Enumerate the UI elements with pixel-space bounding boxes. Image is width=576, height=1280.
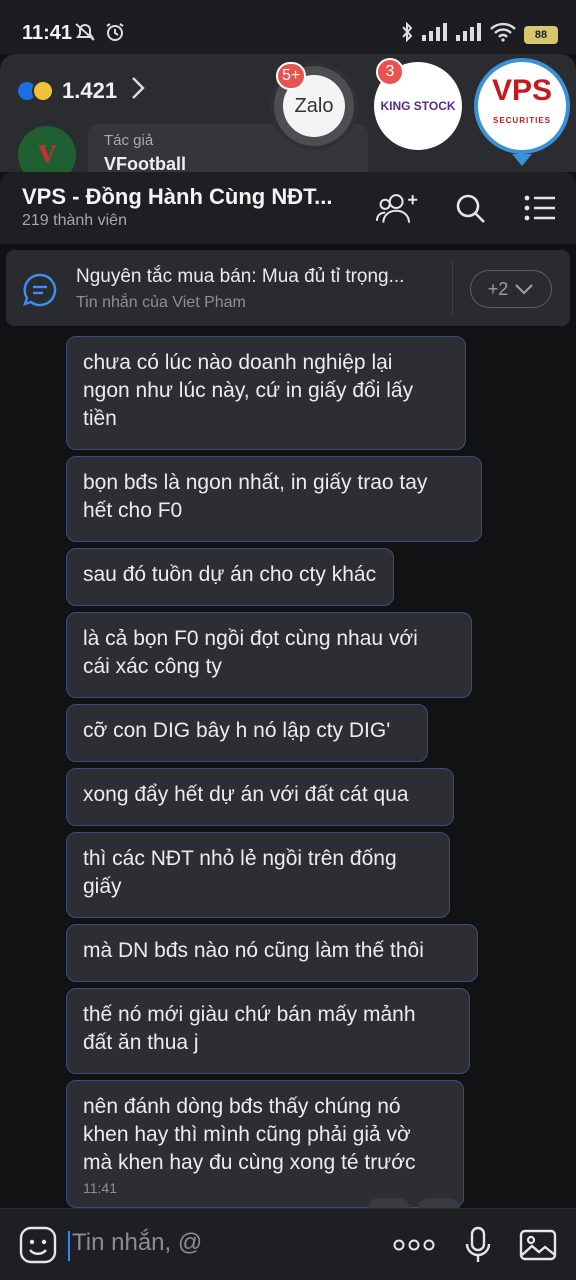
unread-badge: 3	[376, 58, 404, 86]
message-pin-icon	[22, 272, 58, 313]
more-dots-icon	[393, 1239, 435, 1251]
more-options-button[interactable]	[392, 1223, 436, 1267]
message-time: 11:41	[83, 1180, 117, 1196]
chat-header: VPS - Đồng Hành Cùng NĐT... 219 thành vi…	[0, 172, 576, 244]
add-member-button[interactable]	[376, 188, 420, 228]
message-text: sau đó tuồn dự án cho cty khác	[83, 563, 377, 586]
vps-logo-sub: SECURITIES	[492, 116, 551, 125]
bluetooth-icon	[400, 21, 414, 47]
reaction-count: 1.421	[62, 77, 118, 103]
pinned-message[interactable]: Nguyên tắc mua bán: Mua đủ tỉ trọng... T…	[6, 250, 570, 326]
message-bubble[interactable]: sau đó tuồn dự án cho cty khác	[66, 548, 394, 606]
chat-window: VPS - Đồng Hành Cùng NĐT... 219 thành vi…	[0, 172, 576, 1280]
message-bubble[interactable]: mà DN bđs nào nó cũng làm thế thôi	[66, 924, 478, 982]
menu-button[interactable]	[518, 188, 562, 228]
message-text: xong đẩy hết dự án với đất cát qua	[83, 783, 409, 806]
chevron-right-icon	[131, 76, 145, 105]
message-bubble[interactable]: chưa có lúc nào doanh nghiệp lại ngon nh…	[66, 336, 466, 450]
mute-icon	[74, 22, 96, 47]
search-icon	[456, 194, 485, 223]
vps-logo-text: VPS	[491, 74, 553, 107]
message-bubble[interactable]: cỡ con DIG bây h nó lập cty DIG'	[66, 704, 428, 762]
message-bubble[interactable]: thế nó mới giàu chứ bán mấy mảnh đất ăn …	[66, 988, 470, 1074]
emoji-button[interactable]	[18, 1225, 58, 1270]
chathead-vps[interactable]: VPS SECURITIES	[474, 58, 570, 154]
message-text: thế nó mới giàu chứ bán mấy mảnh đất ăn …	[83, 1003, 416, 1054]
message-bubble[interactable]: nên đánh dòng bđs thấy chúng nó khen hay…	[66, 1080, 464, 1208]
unread-badge: 5+	[276, 62, 307, 90]
avatar-letter: V	[38, 142, 56, 168]
message-text: nên đánh dòng bđs thấy chúng nó khen hay…	[83, 1095, 416, 1174]
status-bar: 11:41 88	[0, 0, 576, 54]
vps-logo-icon: VPS SECURITIES	[492, 76, 552, 136]
menu-icon	[524, 195, 555, 221]
photo-button[interactable]	[516, 1223, 560, 1267]
active-chathead-pointer	[512, 154, 532, 166]
chathead-zalo[interactable]: Zalo 5+	[270, 62, 358, 150]
pinned-divider	[452, 260, 453, 316]
message-text: chưa có lúc nào doanh nghiệp lại ngon nh…	[83, 351, 414, 430]
message-input-bar: Tin nhắn, @	[0, 1208, 576, 1280]
status-time: 11:41	[22, 22, 73, 44]
signal-icon	[422, 23, 448, 46]
text-cursor	[68, 1231, 70, 1261]
message-text: bọn bđs là ngon nhất, in giấy trao tay h…	[83, 471, 428, 522]
signal-icon	[456, 23, 482, 46]
wifi-icon	[490, 22, 516, 47]
search-button[interactable]	[448, 188, 492, 228]
pinned-subtitle: Tin nhắn của Viet Pham	[76, 294, 246, 311]
message-list: chưa có lúc nào doanh nghiệp lại ngon nh…	[0, 332, 576, 1212]
group-title[interactable]: VPS - Đồng Hành Cùng NĐT...	[22, 184, 332, 210]
chathead-king-stock[interactable]: KING STOCK 3	[374, 58, 462, 150]
voice-button[interactable]	[456, 1223, 500, 1267]
alarm-icon	[104, 22, 126, 47]
battery-icon: 88	[524, 25, 558, 44]
message-text: thì các NĐT nhỏ lẻ ngồi trên đống giấy	[83, 847, 397, 898]
king-stock-logo-icon: KING STOCK	[380, 99, 456, 113]
message-text: là cả bọn F0 ngồi đọt cùng nhau với cái …	[83, 627, 418, 678]
message-text: mà DN bđs nào nó cũng làm thế thôi	[83, 939, 424, 962]
message-text: cỡ con DIG bây h nó lập cty DIG'	[83, 719, 391, 742]
pinned-title: Nguyên tắc mua bán: Mua đủ tỉ trọng...	[76, 266, 405, 287]
message-input[interactable]: Tin nhắn, @	[72, 1229, 202, 1257]
pinned-more-button[interactable]: +2	[470, 270, 552, 308]
reaction-summary[interactable]: 1.421	[16, 76, 145, 105]
message-bubble[interactable]: là cả bọn F0 ngồi đọt cùng nhau với cái …	[66, 612, 472, 698]
message-bubble[interactable]: bọn bđs là ngon nhất, in giấy trao tay h…	[66, 456, 482, 542]
chevron-down-icon	[515, 284, 534, 295]
pinned-more-count: +2	[487, 278, 509, 299]
haha-icon	[32, 79, 54, 102]
microphone-icon	[465, 1226, 491, 1262]
message-bubble[interactable]: thì các NĐT nhỏ lẻ ngồi trên đống giấy	[66, 832, 450, 918]
message-bubble[interactable]: xong đẩy hết dự án với đất cát qua	[66, 768, 454, 826]
member-count: 219 thành viên	[22, 212, 127, 229]
image-icon	[519, 1229, 557, 1261]
add-member-icon	[376, 194, 418, 223]
author-role: Tác giả	[104, 132, 154, 149]
sticker-icon	[19, 1226, 57, 1264]
